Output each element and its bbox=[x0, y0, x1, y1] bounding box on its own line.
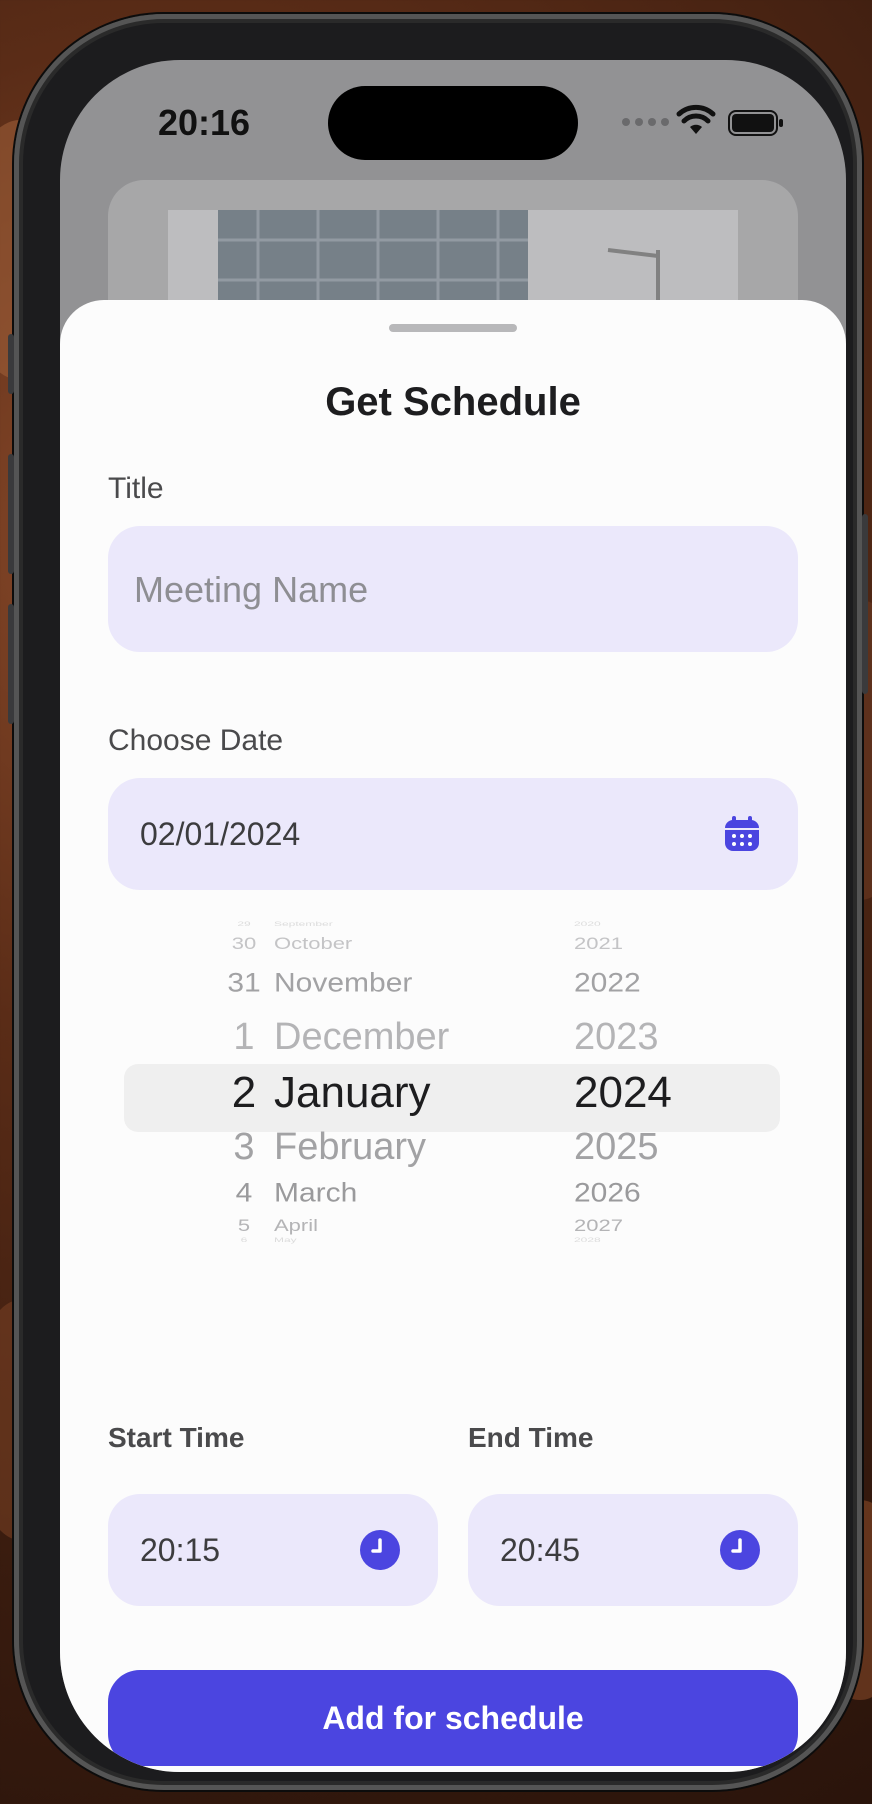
year-option[interactable]: 2026 bbox=[574, 1178, 641, 1209]
add-for-schedule-button[interactable]: Add for schedule bbox=[108, 1670, 798, 1766]
clock-icon[interactable] bbox=[360, 1530, 400, 1570]
status-bar: 20:16 bbox=[60, 60, 846, 190]
schedule-sheet: Get Schedule Title Choose Date 02/01/202… bbox=[60, 300, 846, 1772]
action-button bbox=[8, 334, 14, 394]
month-option[interactable]: October bbox=[274, 934, 352, 954]
month-wheel[interactable]: September October November December January F… bbox=[274, 920, 524, 1280]
year-option[interactable]: 2022 bbox=[574, 968, 641, 999]
volume-down-button bbox=[8, 604, 14, 724]
month-option[interactable]: May bbox=[274, 1236, 297, 1244]
month-option[interactable]: November bbox=[274, 968, 412, 999]
start-time-label: Start Time bbox=[108, 1422, 245, 1453]
signal-dots-icon bbox=[622, 118, 669, 126]
year-option[interactable]: 2023 bbox=[574, 1016, 659, 1059]
sheet-grabber[interactable] bbox=[389, 324, 517, 332]
month-option[interactable]: March bbox=[274, 1178, 357, 1209]
year-option[interactable]: 2025 bbox=[574, 1126, 659, 1169]
end-time-field[interactable]: 20:45 bbox=[468, 1494, 798, 1606]
wifi-icon bbox=[676, 104, 716, 134]
year-option[interactable]: 2021 bbox=[574, 934, 623, 954]
year-option[interactable]: 2028 bbox=[574, 1236, 601, 1244]
phone-screen: 20:16 Get Schedule Title Choose Date bbox=[60, 60, 846, 1772]
volume-up-button bbox=[8, 454, 14, 574]
date-picker[interactable]: 29 30 31 1 2 3 4 5 6 September October November Dec… bbox=[124, 920, 784, 1280]
month-option[interactable]: September bbox=[274, 920, 333, 928]
year-wheel[interactable]: 2020 2021 2022 2023 2024 2025 2026 2027 2028 bbox=[574, 920, 734, 1280]
end-time-value: 20:45 bbox=[500, 1531, 581, 1568]
start-time-field[interactable]: 20:15 bbox=[108, 1494, 438, 1606]
start-time-value: 20:15 bbox=[140, 1531, 221, 1568]
title-label: Title bbox=[108, 472, 164, 505]
calendar-icon[interactable] bbox=[722, 814, 762, 854]
year-option[interactable]: 2020 bbox=[574, 920, 601, 928]
month-option[interactable]: February bbox=[274, 1126, 426, 1169]
meeting-name-input[interactable] bbox=[132, 526, 756, 654]
date-field[interactable]: 02/01/2024 bbox=[108, 778, 798, 890]
date-value: 02/01/2024 bbox=[140, 815, 301, 852]
sheet-title: Get Schedule bbox=[325, 380, 581, 424]
phone-frame: 20:16 Get Schedule Title Choose Date bbox=[8, 14, 868, 1790]
dynamic-island bbox=[328, 86, 578, 160]
end-time-label: End Time bbox=[468, 1422, 594, 1453]
month-option-selected[interactable]: January bbox=[274, 1068, 431, 1118]
battery-icon bbox=[728, 110, 783, 136]
month-option[interactable]: April bbox=[274, 1216, 318, 1236]
date-label: Choose Date bbox=[108, 724, 284, 757]
month-option[interactable]: December bbox=[274, 1016, 449, 1059]
clock-icon[interactable] bbox=[720, 1530, 760, 1570]
year-option-selected[interactable]: 2024 bbox=[574, 1068, 672, 1118]
power-button bbox=[862, 514, 868, 694]
year-option[interactable]: 2027 bbox=[574, 1216, 623, 1236]
status-time: 20:16 bbox=[158, 102, 251, 143]
title-field[interactable] bbox=[108, 526, 798, 654]
